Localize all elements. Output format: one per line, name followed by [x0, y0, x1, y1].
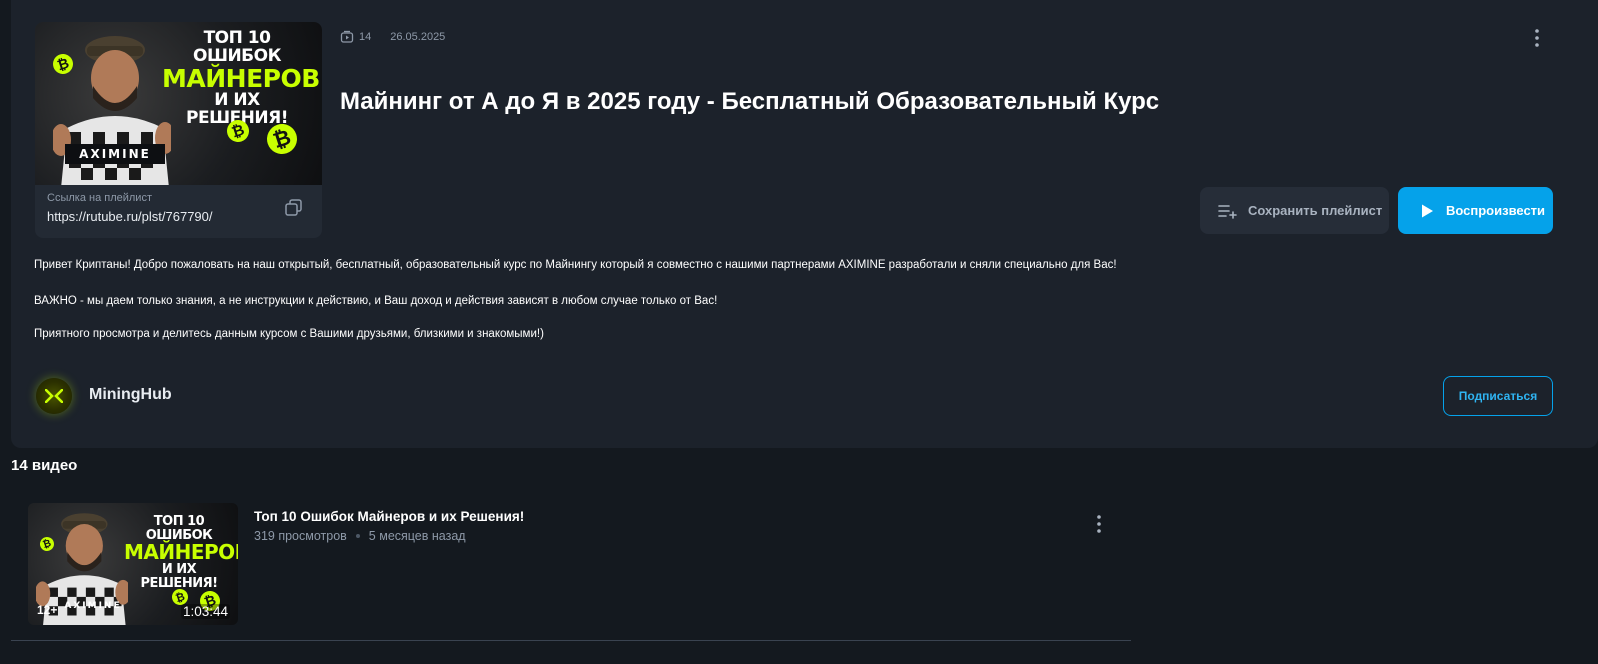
save-playlist-button[interactable]: Сохранить плейлист	[1200, 187, 1389, 234]
video-thumb-line1: ТОП 10 ОШИБОК	[145, 514, 213, 543]
cover-headline-line1: ТОП 10 ОШИБОК	[193, 28, 282, 66]
videos-count-heading: 14 видео	[11, 457, 78, 474]
play-button[interactable]: Воспроизвести	[1398, 187, 1553, 234]
age-rating-badge: 12+	[37, 603, 58, 617]
playlist-cover-box: ТОП 10 ОШИБОК МАЙНЕРОВ И ИХ РЕШЕНИЯ! ₿ ₿…	[35, 22, 322, 238]
playlist-cover-image[interactable]: ТОП 10 ОШИБОК МАЙНЕРОВ И ИХ РЕШЕНИЯ! ₿ ₿…	[35, 22, 322, 185]
video-title[interactable]: Топ 10 Ошибок Майнеров и их Решения!	[254, 509, 524, 524]
video-thumbnail[interactable]: ТОП 10 ОШИБОК МАЙНЕРОВ И ИХ РЕШЕНИЯ! ₿ ₿…	[28, 503, 238, 625]
playlist-video-count: 14	[359, 31, 372, 43]
cover-headline-line2: МАЙНЕРОВ	[162, 63, 320, 93]
video-thumb-line2: МАЙНЕРОВ	[124, 540, 238, 565]
channel-avatar[interactable]	[36, 378, 72, 414]
cover-brand-logo: AXIMINE	[65, 144, 165, 164]
playlist-date: 26.05.2025	[390, 31, 446, 43]
subscribe-button[interactable]: Подписаться	[1443, 376, 1553, 416]
description-line-1: Привет Криптаны! Добро пожаловать на наш…	[34, 259, 1117, 271]
play-label: Воспроизвести	[1446, 203, 1546, 218]
cover-headline: ТОП 10 ОШИБОК МАЙНЕРОВ И ИХ РЕШЕНИЯ!	[162, 28, 320, 128]
video-thumb-brand-logo: AXIMINE	[64, 601, 122, 611]
save-playlist-label: Сохранить плейлист	[1248, 203, 1383, 218]
playlist-meta: 14 26.05.2025	[340, 30, 445, 44]
video-views: 319 просмотров	[254, 529, 347, 543]
video-thumb-headline: ТОП 10 ОШИБОК МАЙНЕРОВ И ИХ РЕШЕНИЯ!	[124, 514, 238, 591]
more-vertical-icon[interactable]	[1090, 513, 1108, 535]
copy-icon[interactable]	[283, 197, 305, 219]
playlist-title: Майнинг от А до Я в 2025 году - Бесплатн…	[340, 88, 1160, 115]
more-vertical-icon[interactable]	[1528, 27, 1546, 49]
playlist-link-url[interactable]: https://rutube.ru/plst/767790/	[47, 209, 213, 224]
playlist-link-area: Ссылка на плейлист https://rutube.ru/pls…	[47, 192, 213, 224]
channel-name[interactable]: MiningHub	[89, 386, 172, 404]
video-age: 5 месяцев назад	[368, 529, 466, 543]
list-item[interactable]: ТОП 10 ОШИБОК МАЙНЕРОВ И ИХ РЕШЕНИЯ! ₿ ₿…	[11, 493, 1131, 641]
description-line-2: ВАЖНО - мы даем только знания, а не инст…	[34, 295, 718, 307]
video-meta: 319 просмотров 5 месяцев назад	[254, 529, 466, 543]
playlist-add-icon	[1218, 204, 1237, 219]
separator-dot	[355, 534, 360, 538]
playlist-count-icon	[340, 30, 354, 43]
video-thumb-line3: И ИХ РЕШЕНИЯ!	[140, 562, 218, 591]
play-icon	[1422, 204, 1433, 217]
channel-logo-icon	[45, 389, 63, 403]
video-duration: 1:03:44	[180, 604, 230, 619]
description-line-3: Приятного просмотра и делитесь данным ку…	[34, 328, 544, 340]
playlist-link-label: Ссылка на плейлист	[47, 192, 152, 204]
